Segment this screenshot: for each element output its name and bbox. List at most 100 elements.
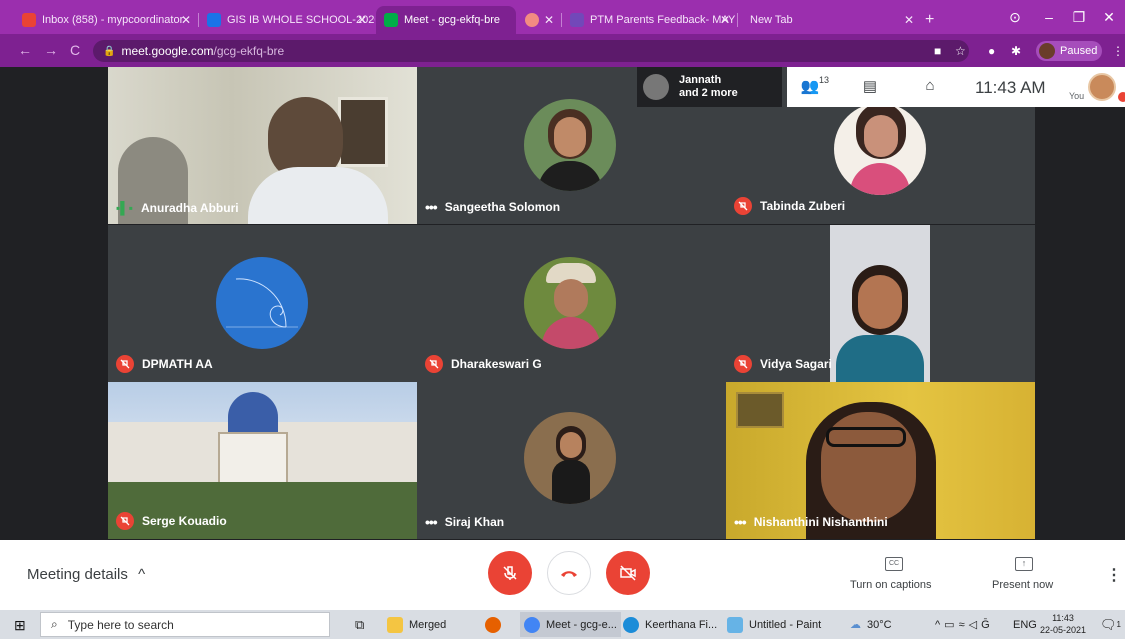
participant-tile[interactable]: ▪▌▪ Anuradha Abburi: [108, 67, 417, 224]
taskbar-item-label: Merged: [409, 618, 447, 631]
avatar: [643, 74, 669, 100]
participant-name-tag: ••• Siraj Khan: [425, 514, 504, 530]
meeting-details-button[interactable]: Meeting details ^: [27, 566, 145, 583]
self-avatar[interactable]: [1088, 73, 1116, 101]
tab-search-icon[interactable]: ⊙: [998, 0, 1032, 34]
taskbar-item-firefox[interactable]: [485, 612, 507, 637]
notification-icon[interactable]: 🗨 1: [1100, 612, 1121, 637]
weather-widget[interactable]: ☁ 30°C: [850, 612, 892, 637]
participant-name-tag: ••• Nishanthini Nishanthini: [734, 514, 888, 530]
close-icon[interactable]: ✕: [181, 13, 191, 27]
browser-tab-strip: Inbox (858) - mypcoordinator ✕ GIS IB WH…: [0, 0, 1125, 34]
tab-new-tab[interactable]: New Tab ✕: [742, 6, 922, 34]
captions-button[interactable]: Turn on captions: [850, 579, 932, 591]
captions-icon[interactable]: CC: [885, 557, 903, 571]
language-indicator[interactable]: ENG: [1013, 612, 1037, 637]
leave-call-button[interactable]: [547, 551, 591, 595]
tab-ptm-feedback[interactable]: PTM Parents Feedback- MAY ✕: [562, 6, 738, 34]
avatar: [834, 103, 926, 195]
participant-tile[interactable]: Serge Kouadio: [108, 382, 417, 539]
participant-name: Nishanthini Nishanthini: [753, 515, 888, 529]
taskbar-clock[interactable]: 11:43 22-05-2021: [1037, 612, 1089, 636]
extension-icon[interactable]: ●: [988, 44, 995, 58]
mic-off-icon: [734, 197, 752, 215]
chat-icon[interactable]: ▤: [859, 77, 881, 97]
taskbar-item-label: Meet - gcg-e...: [546, 618, 617, 631]
folder-icon: [387, 616, 403, 633]
more-options-icon[interactable]: •••: [425, 514, 438, 530]
presenter-more: and 2 more: [679, 87, 738, 99]
taskbar-item-label: Keerthana Fi...: [645, 618, 718, 631]
clock-time: 11:43: [1052, 613, 1074, 623]
profile-button[interactable]: Paused: [1036, 41, 1102, 61]
end-call-icon: [561, 571, 577, 577]
close-icon[interactable]: ✕: [357, 13, 367, 27]
mic-toggle-button[interactable]: [488, 551, 532, 595]
avatar: [216, 257, 308, 349]
wifi-icon: ≈: [958, 618, 969, 631]
close-icon[interactable]: ✕: [544, 13, 554, 27]
participant-name: Dharakeswari G: [451, 357, 542, 371]
puzzle-icon[interactable]: ✱: [1011, 44, 1021, 58]
more-options-icon[interactable]: •••: [425, 199, 438, 215]
profile-status: Paused: [1060, 45, 1098, 57]
bookmark-star-icon[interactable]: ☆: [955, 44, 966, 58]
participant-tile[interactable]: ••• Nishanthini Nishanthini: [726, 382, 1035, 539]
participant-tile[interactable]: Vidya Sagari: [726, 225, 1035, 382]
tab-inbox[interactable]: Inbox (858) - mypcoordinator ✕: [14, 6, 199, 34]
taskbar-item-keerthana[interactable]: Keerthana Fi...: [623, 612, 717, 637]
taskbar-item-paint[interactable]: Untitled - Paint: [727, 612, 821, 637]
participant-name-tag: Dharakeswari G: [425, 355, 542, 373]
presenter-chip[interactable]: Jannath and 2 more: [637, 67, 782, 107]
participant-name-tag: Vidya Sagari: [734, 355, 832, 373]
participant-tile[interactable]: DPMATH AA: [108, 225, 417, 382]
taskbar-item-merged[interactable]: Merged: [387, 612, 446, 637]
mic-off-icon: [116, 512, 134, 530]
close-icon[interactable]: ✕: [904, 13, 914, 27]
taskbar-search[interactable]: ⌕ Type here to search: [40, 612, 330, 637]
camera-off-icon: [620, 565, 636, 581]
close-window-button[interactable]: ✕: [1092, 0, 1125, 34]
tab-meet[interactable]: Meet - gcg-ekfq-bre: [376, 6, 516, 34]
camera-indicator-icon[interactable]: ■: [934, 44, 941, 58]
windows-start-icon[interactable]: ⊞: [14, 617, 26, 634]
url-host: meet.google.com: [121, 44, 214, 58]
activities-icon[interactable]: ⌂: [919, 77, 941, 97]
meet-top-bar: 👥 13 ▤ ⌂: [787, 67, 1125, 107]
participant-tile[interactable]: ••• Siraj Khan: [417, 382, 726, 539]
address-bar[interactable]: 🔒 meet.google.com/gcg-ekfq-bre: [93, 40, 969, 62]
forward-icon[interactable]: →: [44, 42, 58, 58]
more-options-icon[interactable]: ⋮: [1106, 565, 1122, 585]
more-options-icon[interactable]: •••: [734, 514, 747, 530]
back-icon[interactable]: ←: [18, 42, 32, 58]
participant-name: Vidya Sagari: [760, 357, 832, 371]
new-tab-button[interactable]: +: [925, 6, 955, 34]
participant-name: Sangeetha Solomon: [444, 200, 561, 214]
taskbar-item-label: Untitled - Paint: [749, 618, 822, 631]
weather-temp: 30°C: [867, 618, 892, 631]
edge-icon: [623, 616, 639, 633]
browser-menu-icon[interactable]: ⋮: [1112, 44, 1124, 58]
people-icon[interactable]: 👥: [799, 77, 821, 97]
task-view-icon[interactable]: ⧉: [355, 617, 364, 633]
chevron-up-icon: ^: [935, 618, 945, 631]
participant-tile[interactable]: Dharakeswari G: [417, 225, 726, 382]
present-button[interactable]: Present now: [992, 579, 1053, 591]
present-icon[interactable]: ↑: [1015, 557, 1033, 571]
tab-gis[interactable]: GIS IB WHOLE SCHOOL-2020 ✕: [199, 6, 375, 34]
tab-label: PTM Parents Feedback- MAY: [590, 14, 736, 26]
firefox-icon: [485, 616, 501, 633]
maximize-button[interactable]: ❐: [1062, 0, 1096, 34]
reload-icon[interactable]: C: [70, 42, 80, 58]
tab-untitled[interactable]: ✕: [517, 6, 562, 34]
recording-icon: [525, 13, 539, 27]
taskbar-item-meet[interactable]: Meet - gcg-e...: [520, 612, 621, 637]
system-tray[interactable]: ^ ▭ ≈ ◁ Ḡ: [935, 612, 994, 637]
minimize-button[interactable]: –: [1032, 0, 1066, 34]
close-icon[interactable]: ✕: [720, 13, 730, 27]
camera-toggle-button[interactable]: [606, 551, 650, 595]
tab-label: Inbox (858) - mypcoordinator: [42, 14, 184, 26]
participant-name-tag: Serge Kouadio: [116, 512, 227, 530]
self-label: You: [1069, 91, 1085, 101]
meeting-clock: 11:43 AM: [975, 78, 1046, 97]
